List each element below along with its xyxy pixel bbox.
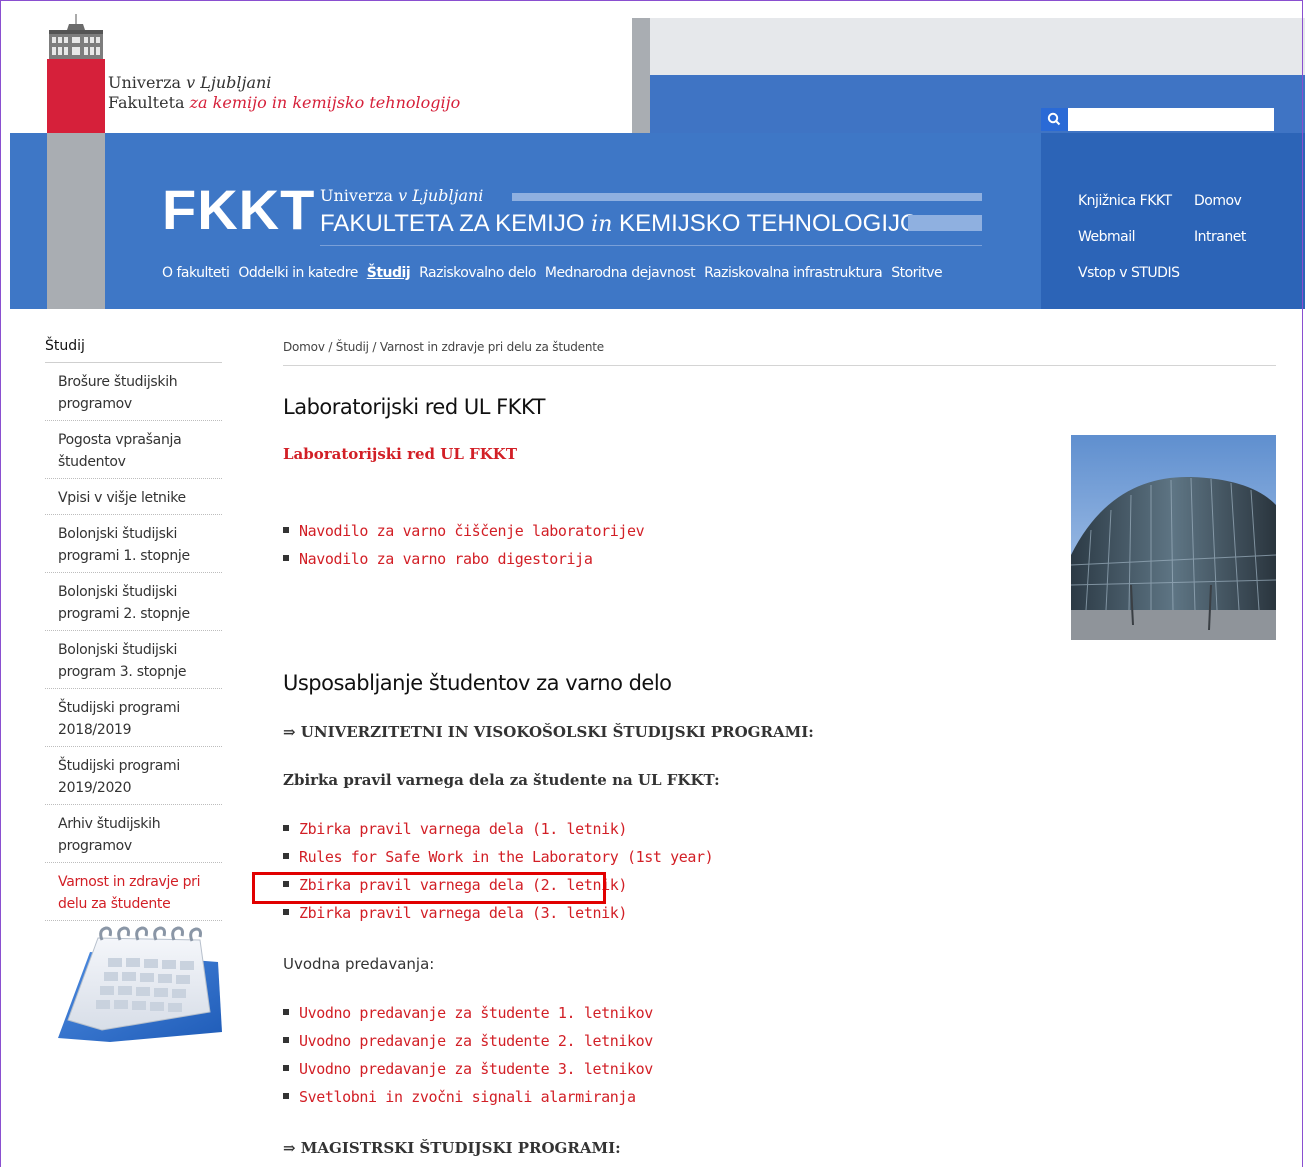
list-item: Uvodno predavanje za študente 1. letniko… [283,999,653,1027]
link-intro-1st-year[interactable]: Uvodno predavanje za študente 1. letniko… [299,1004,653,1022]
sidebar-title: Študij [45,338,85,354]
search-input[interactable] [1068,108,1274,131]
header-divider-strip [632,18,650,133]
sidebar-item-bolonjski-3[interactable]: Bolonjski študijski program 3. stopnje [58,639,222,683]
brand-decor-bar-2 [908,215,982,231]
link-intro-3rd-year[interactable]: Uvodno predavanje za študente 3. letniko… [299,1060,653,1078]
breadcrumb-current: Varnost in zdravje pri delu za študente [379,340,604,354]
breadcrumb: Domov / Študij / Varnost in zdravje pri … [283,340,604,354]
bullet-icon [283,824,289,831]
sidebar-item: Bolonjski študijski programi 2. stopnje [45,573,222,631]
section-heading-masters-programs: ⇒ MAGISTRSKI ŠTUDIJSKI PROGRAMI: [283,1139,621,1157]
sidebar-item: Vpisi v višje letnike [45,479,222,515]
bullet-icon [283,526,289,533]
lab-instructions-list: Navodilo za varno čiščenje laboratorijev… [283,517,645,573]
quick-link-library[interactable]: Knjižnica FKKT [1078,193,1172,209]
bullet-icon [283,852,289,859]
section-heading-university-programs: ⇒ UNIVERZITETNI IN VISOKOŠOLSKI ŠTUDIJSK… [283,723,814,741]
nav-item-raziskovalno-delo[interactable]: Raziskovalno delo [419,265,536,281]
link-intro-2nd-year[interactable]: Uvodno predavanje za študente 2. letniko… [299,1032,653,1050]
nav-item-studij[interactable]: Študij [367,265,411,281]
brand-university: Univerza v Ljubljani [320,186,484,205]
breadcrumb-separator: / [324,340,336,354]
section-heading-training: Usposabljanje študentov za varno delo [283,671,672,695]
quick-link-studis[interactable]: Vstop v STUDIS [1078,265,1180,281]
nav-item-mednarodna-dejavnost[interactable]: Mednarodna dejavnost [545,265,696,281]
nav-item-oddelki[interactable]: Oddelki in katedre [238,265,358,281]
highlight-box [252,872,606,904]
search-icon[interactable] [1041,108,1068,131]
quick-link-intranet[interactable]: Intranet [1194,229,1246,245]
sidebar-item-brosure[interactable]: Brošure študijskih programov [58,371,222,415]
sidebar-item-vpisi[interactable]: Vpisi v višje letnike [58,487,222,509]
sidebar-item-varnost[interactable]: Varnost in zdravje pri delu za študente [58,871,222,915]
logo-faculty-name: Fakulteta za kemijo in kemijsko tehnolog… [108,93,461,112]
link-fume-hood-instructions[interactable]: Navodilo za varno rabo digestorija [299,550,593,568]
sidebar-item: Brošure študijskih programov [45,363,222,421]
link-cleaning-instructions[interactable]: Navodilo za varno čiščenje laboratorijev [299,522,645,540]
nav-item-raziskovalna-infrastruktura[interactable]: Raziskovalna infrastruktura [704,265,883,281]
sidebar-item: Bolonjski študijski programi 1. stopnje [45,515,222,573]
main-nav: O fakulteti Oddelki in katedre Študij Ra… [162,265,947,281]
list-item: Uvodno predavanje za študente 2. letniko… [283,1027,653,1055]
nav-item-o-fakulteti[interactable]: O fakulteti [162,265,230,281]
section-heading-rules-collection: Zbirka pravil varnega dela za študente n… [283,771,720,789]
sidebar-item: Varnost in zdravje pri delu za študente [45,863,222,921]
section-heading-intro-lectures: Uvodna predavanja: [283,955,435,973]
bullet-icon [283,1092,289,1099]
nav-item-storitve[interactable]: Storitve [891,265,942,281]
list-item: Navodilo za varno čiščenje laboratorijev [283,517,645,545]
bullet-icon [283,1036,289,1043]
list-item: Navodilo za varno rabo digestorija [283,545,644,573]
sidebar-item: Pogosta vprašanja študentov [45,421,222,479]
faculty-building-photo [1071,435,1276,640]
sidebar-item-bolonjski-1[interactable]: Bolonjski študijski programi 1. stopnje [58,523,222,567]
logo-university-name: Univerza v Ljubljani [108,73,272,92]
search-box [1041,108,1274,131]
list-item: Svetlobni in zvočni signali alarmiranja [283,1083,653,1111]
sidebar-item: Bolonjski študijski program 3. stopnje [45,631,222,689]
page-title: Laboratorijski red UL FKKT [283,395,545,419]
university-crest-icon [47,14,105,59]
list-item: Uvodno predavanje za študente 3. letniko… [283,1055,653,1083]
bullet-icon [283,554,289,561]
bullet-icon [283,1064,289,1071]
list-item: Rules for Safe Work in the Laboratory (1… [283,843,714,871]
rules-list: Zbirka pravil varnega dela (1. letnik) R… [283,815,714,927]
lab-rules-link[interactable]: Laboratorijski red UL FKKT [283,445,517,463]
brand-faculty-name: FAKULTETA ZA KEMIJO in KEMIJSKO TEHNOLOG… [320,210,919,237]
sidebar-item-programi-2019[interactable]: Študijski programi 2019/2020 [58,755,222,799]
sidebar-item-arhiv[interactable]: Arhiv študijskih programov [58,813,222,857]
sidebar-item-bolonjski-2[interactable]: Bolonjski študijski programi 2. stopnje [58,581,222,625]
breadcrumb-separator: / [368,340,380,354]
calendar-icon [58,926,222,1042]
banner-grey-strip [47,133,105,309]
breadcrumb-home[interactable]: Domov [283,340,325,354]
quick-link-webmail[interactable]: Webmail [1078,229,1136,245]
brand-decor-bar [512,193,982,201]
brand-divider [320,245,982,246]
breadcrumb-divider [283,365,1276,366]
logo-red-block [47,59,105,133]
bullet-icon [283,908,289,915]
sidebar-item: Arhiv študijskih programov [45,805,222,863]
sidebar-item-pogosta-vprasanja[interactable]: Pogosta vprašanja študentov [58,429,222,473]
intro-lectures-list: Uvodno predavanje za študente 1. letniko… [283,999,653,1111]
bullet-icon [283,1008,289,1015]
list-item: Zbirka pravil varnega dela (1. letnik) [283,815,713,843]
sidebar-menu: Brošure študijskih programov Pogosta vpr… [45,363,222,921]
header-top-grey-band [650,18,1305,75]
brand-abbr-link[interactable]: FKKT [162,180,315,240]
link-rules-english-1st-year[interactable]: Rules for Safe Work in the Laboratory (1… [299,848,714,866]
link-rules-3rd-year[interactable]: Zbirka pravil varnega dela (3. letnik) [299,904,627,922]
sidebar-item: Študijski programi 2019/2020 [45,747,222,805]
banner-quick-links-panel [1041,133,1305,309]
sidebar-item: Študijski programi 2018/2019 [45,689,222,747]
quick-link-home[interactable]: Domov [1194,193,1242,209]
link-rules-1st-year[interactable]: Zbirka pravil varnega dela (1. letnik) [299,820,627,838]
link-alarm-signals[interactable]: Svetlobni in zvočni signali alarmiranja [299,1088,636,1106]
breadcrumb-studij[interactable]: Študij [336,340,369,354]
sidebar-item-programi-2018[interactable]: Študijski programi 2018/2019 [58,697,222,741]
